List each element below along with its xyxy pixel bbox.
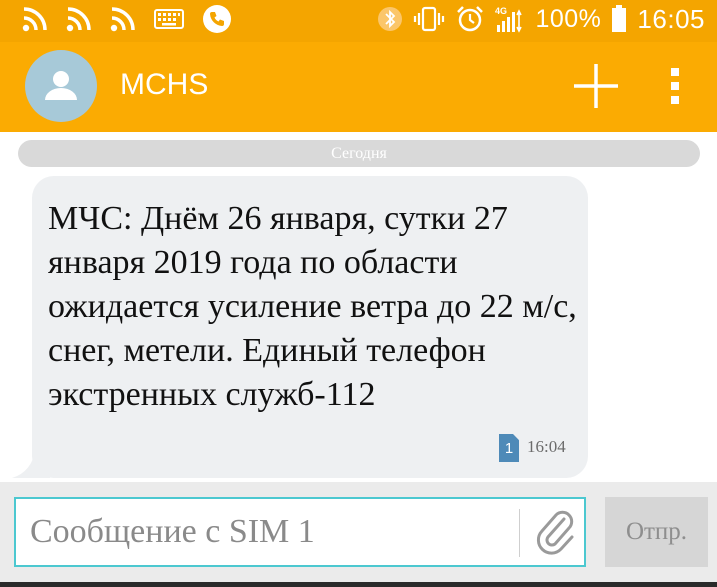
app-bar: MCHS — [0, 42, 717, 132]
sim-badge: 1 — [499, 434, 519, 462]
add-button[interactable] — [572, 62, 620, 110]
date-divider: Сегодня — [18, 140, 700, 167]
battery-icon — [611, 5, 627, 33]
message-time: 16:04 — [527, 437, 566, 456]
paperclip-icon — [536, 510, 574, 555]
signal-4g-icon: 4G — [495, 5, 525, 33]
keyboard-icon — [154, 9, 184, 29]
send-button[interactable]: Отпр. — [605, 497, 708, 567]
rss-icon — [22, 6, 48, 32]
rss-icon — [66, 6, 92, 32]
status-bar: 4G 100% 16:05 — [0, 0, 717, 42]
alarm-icon — [455, 5, 485, 33]
person-icon — [45, 71, 77, 100]
vibrate-icon — [413, 6, 445, 32]
message-text: МЧС: Днём 26 января, сутки 27 января 201… — [48, 200, 577, 413]
network-type-label: 4G — [495, 6, 507, 16]
more-vert-icon — [671, 68, 679, 104]
message-input[interactable] — [30, 499, 510, 565]
phone-icon — [202, 4, 232, 34]
rss-icon — [110, 6, 136, 32]
status-clock: 16:05 — [637, 3, 705, 34]
compose-field — [14, 497, 586, 567]
status-left-icons — [22, 4, 232, 34]
compose-divider — [519, 509, 520, 557]
avatar[interactable] — [25, 50, 97, 122]
contact-name: MCHS — [120, 68, 209, 101]
battery-percent: 100% — [535, 4, 602, 33]
navigation-bar-edge — [0, 582, 717, 587]
status-right-icons: 4G 100% 16:05 — [377, 4, 705, 34]
bluetooth-icon — [377, 6, 403, 32]
more-options-button[interactable] — [660, 62, 690, 110]
plus-icon — [574, 64, 618, 108]
attach-button[interactable] — [534, 509, 578, 557]
